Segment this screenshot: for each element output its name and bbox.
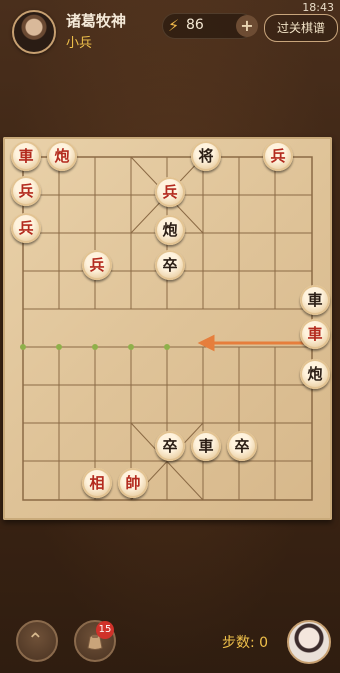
step-counter: 步数: 0: [222, 635, 269, 651]
piece-red-soldier[interactable]: 兵: [263, 141, 293, 171]
chess-board[interactable]: 車 炮 将 兵 兵 兵 兵 炮 兵 卒 車 車 炮 卒 車 卒 相 帥: [3, 137, 332, 520]
add-energy-button[interactable]: +: [236, 15, 258, 37]
bolt-icon: ⚡: [168, 16, 180, 35]
player-avatar[interactable]: [12, 10, 56, 54]
player-name: 诸葛牧神: [66, 12, 127, 30]
player-rank: 小兵: [66, 36, 93, 51]
piece-red-cannon[interactable]: 炮: [47, 141, 77, 171]
piece-red-elephant[interactable]: 相: [82, 468, 112, 498]
piece-black-soldier[interactable]: 卒: [155, 250, 185, 280]
piece-black-cannon[interactable]: 炮: [155, 215, 185, 245]
piece-red-marshal[interactable]: 帥: [118, 468, 148, 498]
energy-value: 86: [186, 17, 204, 33]
back-button[interactable]: ⌃: [16, 620, 58, 662]
opponent-avatar[interactable]: [287, 620, 331, 664]
piece-red-chariot-selected[interactable]: 車: [300, 319, 330, 349]
piece-red-soldier[interactable]: 兵: [155, 177, 185, 207]
piece-black-soldier[interactable]: 卒: [155, 431, 185, 461]
piece-red-chariot[interactable]: 車: [11, 141, 41, 171]
piece-red-soldier[interactable]: 兵: [82, 250, 112, 280]
chevron-up-icon: ⌃: [27, 628, 44, 652]
piece-black-general[interactable]: 将: [191, 141, 221, 171]
piece-black-chariot[interactable]: 車: [191, 431, 221, 461]
piece-black-soldier[interactable]: 卒: [227, 431, 257, 461]
bag-count-badge: 15: [96, 621, 114, 639]
piece-red-soldier[interactable]: 兵: [11, 213, 41, 243]
piece-red-soldier[interactable]: 兵: [11, 176, 41, 206]
status-bar-time: 18:43: [302, 1, 334, 14]
replay-records-button[interactable]: 过关棋谱: [264, 14, 338, 42]
piece-black-chariot[interactable]: 車: [300, 285, 330, 315]
piece-black-cannon[interactable]: 炮: [300, 359, 330, 389]
